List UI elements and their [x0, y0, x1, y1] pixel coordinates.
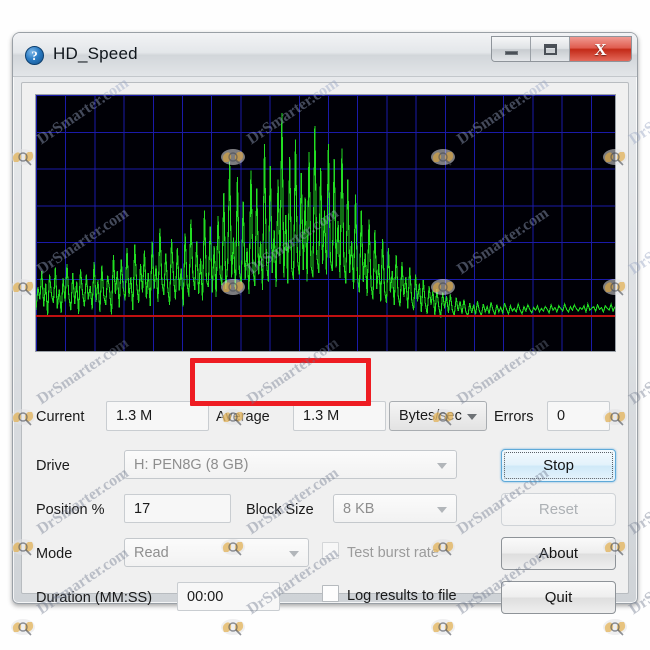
maximize-icon	[543, 43, 557, 55]
drive-select[interactable]: H: PEN8G (8 GB)	[124, 450, 457, 479]
test-burst-checkbox[interactable]	[322, 542, 339, 559]
average-line	[36, 314, 615, 317]
question-circle-icon: ?	[25, 46, 44, 65]
drive-select-value: H: PEN8G (8 GB)	[134, 456, 249, 473]
block-size-select[interactable]: 8 KB	[333, 494, 457, 523]
log-results-checkbox[interactable]	[322, 585, 339, 602]
unit-select[interactable]: Bytes/sec	[389, 401, 487, 431]
window-controls: X	[491, 36, 632, 62]
watermark-logo-icon	[603, 619, 627, 636]
average-value: 1.3 M	[293, 401, 386, 431]
average-label: Average	[216, 409, 270, 425]
mode-select[interactable]: Read	[124, 538, 309, 567]
quit-button-label: Quit	[544, 589, 573, 606]
drive-label: Drive	[36, 458, 70, 474]
title-bar[interactable]: ? HD_Speed X	[13, 33, 637, 77]
mode-select-value: Read	[134, 544, 169, 561]
position-label: Position %	[36, 502, 105, 518]
duration-input[interactable]: 00:00	[177, 582, 280, 611]
block-size-label: Block Size	[246, 502, 314, 518]
maximize-button[interactable]	[531, 37, 570, 61]
log-results-label: Log results to file	[347, 588, 457, 604]
graph-series	[36, 112, 615, 319]
duration-label: Duration (MM:SS)	[36, 590, 153, 606]
close-button[interactable]: X	[570, 37, 631, 61]
reset-button: Reset	[501, 493, 616, 526]
screenshot-root: ? HD_Speed X Current 1.3 M Average 1.3 M…	[0, 0, 650, 650]
watermark-logo-icon	[11, 619, 35, 636]
client-area: Current 1.3 M Average 1.3 M Bytes/sec Er…	[21, 82, 629, 614]
stop-button[interactable]: Stop	[501, 449, 616, 482]
chevron-down-icon	[467, 414, 477, 420]
unit-select-value: Bytes/sec	[399, 408, 462, 424]
reset-button-label: Reset	[538, 501, 579, 518]
mode-label: Mode	[36, 546, 73, 562]
block-size-value: 8 KB	[343, 500, 375, 517]
watermark: DrSmarter.com	[8, 544, 158, 650]
current-label: Current	[36, 409, 85, 425]
close-icon: X	[594, 39, 607, 59]
position-input[interactable]: 17	[124, 494, 231, 523]
watermark-logo-icon	[221, 619, 245, 636]
chevron-down-icon	[437, 506, 447, 513]
focus-ring	[504, 452, 613, 479]
quit-button[interactable]: Quit	[501, 581, 616, 614]
errors-value: 0	[547, 401, 610, 431]
chevron-down-icon	[289, 550, 299, 557]
minimize-icon	[504, 51, 518, 55]
about-button-label: About	[538, 545, 579, 562]
window-title: HD_Speed	[53, 44, 138, 63]
watermark-logo-icon	[431, 619, 455, 636]
about-button[interactable]: About	[501, 537, 616, 570]
app-window: ? HD_Speed X Current 1.3 M Average 1.3 M…	[12, 32, 638, 614]
speed-graph	[35, 94, 616, 352]
chevron-down-icon	[437, 462, 447, 469]
current-value: 1.3 M	[106, 401, 209, 431]
minimize-button[interactable]	[492, 37, 531, 61]
errors-label: Errors	[494, 409, 534, 425]
test-burst-label: Test burst rate	[347, 545, 439, 561]
